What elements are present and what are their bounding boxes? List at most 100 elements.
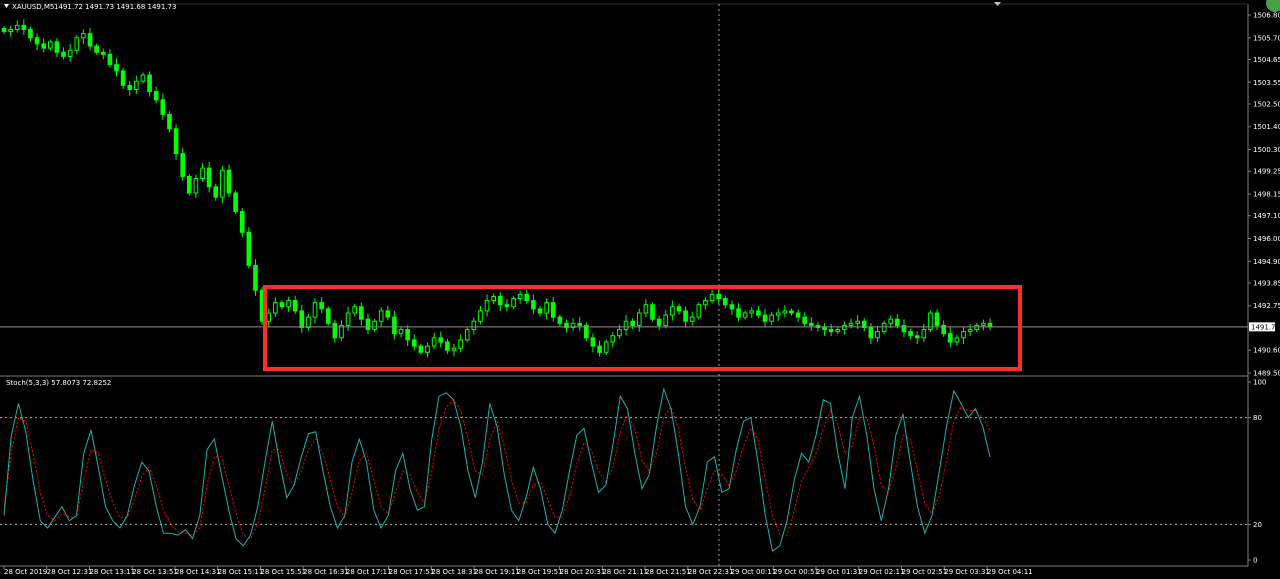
candle-bull [855, 320, 860, 324]
time-tick-label: 28 Oct 21:11 [602, 568, 648, 576]
candle-bull [623, 320, 629, 331]
candle-bull [967, 329, 973, 333]
candle-bear [365, 318, 371, 331]
candle-bear [676, 306, 682, 312]
candle-bear [722, 298, 728, 306]
candle-bear [762, 314, 768, 322]
candle-bear [630, 320, 635, 326]
candle-bull [67, 49, 73, 57]
candle-bull [835, 329, 841, 333]
stoch-tick-label: 100 [1253, 379, 1266, 387]
candle-bull [312, 302, 318, 318]
price-tick-label: 1494.90 [1253, 258, 1280, 266]
candle-bull [511, 298, 516, 308]
candle-bull [842, 324, 847, 331]
time-tick-label: 29 Oct 03:31 [944, 568, 990, 576]
candle-bull [921, 329, 927, 339]
candle-bear [153, 91, 159, 101]
candle-bull [398, 329, 404, 335]
candle-bear [21, 24, 27, 30]
candle-bear [577, 322, 583, 326]
time-tick-label: 29 Oct 02:11 [859, 568, 905, 576]
current-price-label: 1491.73 [1251, 323, 1280, 331]
candle-bear [160, 99, 166, 115]
candle-bear [325, 308, 331, 324]
candle-bear [895, 318, 900, 326]
candle-bear [253, 264, 258, 291]
time-tick-label: 28 Oct 13:51 [132, 568, 178, 576]
candle-bear [28, 28, 33, 39]
range-highlight-box [263, 285, 1022, 371]
candle-bear [908, 331, 913, 337]
time-tick-label: 28 Oct 22:31 [688, 568, 734, 576]
price-tick-label: 1499.25 [1253, 168, 1280, 176]
candle-bull [200, 167, 205, 179]
candle-bear [716, 293, 722, 300]
price-tick-label: 1506.80 [1253, 12, 1280, 20]
stochastic-pane [0, 417, 1248, 525]
stoch-tick-label: 20 [1253, 521, 1262, 529]
candle-bear [947, 333, 953, 343]
chart-canvas[interactable]: 1506.80 1505.70 1504.65 1503.55 1502.50 1501.… [0, 0, 1280, 579]
candle-bull [372, 320, 377, 331]
candle-bear [411, 339, 417, 347]
candle-bear [901, 324, 907, 333]
price-tick-label: 1489.50 [1253, 370, 1280, 378]
candle-bear [167, 113, 172, 130]
candle-bear [531, 300, 536, 310]
candle-bear [206, 167, 212, 188]
candle-bull [14, 24, 20, 30]
symbol-label: XAUUSD,M5 [12, 3, 54, 11]
time-tick-label: 28 Oct 19:51 [517, 568, 563, 576]
candle-bull [81, 33, 86, 39]
candle-bull [610, 335, 616, 343]
candle-bull [636, 312, 642, 326]
trade-badge-icon[interactable] [1266, 0, 1280, 12]
candle-bear [100, 51, 106, 55]
time-tick-label: 28 Oct 17:11 [346, 568, 392, 576]
candle-bull [286, 300, 291, 308]
candle-bull [425, 345, 430, 353]
candle-bull [749, 310, 755, 314]
candle-bull [769, 314, 774, 322]
time-tick-label: 28 Oct 12:31 [47, 568, 93, 576]
candle-bear [537, 308, 543, 314]
candle-bull [881, 322, 887, 333]
time-tick-label: 28 Oct 18:31 [431, 568, 477, 576]
candle-bull [888, 318, 894, 324]
candle-bull [345, 312, 351, 326]
candle-bull [272, 302, 278, 314]
candle-bear [34, 37, 40, 45]
candle-bear [1, 27, 7, 33]
candle-bear [147, 74, 152, 93]
candle-bull [140, 74, 146, 82]
candle-bull [458, 339, 463, 349]
candle-bull [603, 341, 609, 353]
candle-bear [597, 345, 602, 353]
candle-bear [226, 169, 232, 194]
candle-bear [934, 312, 940, 326]
candle-bear [445, 341, 450, 351]
time-tick-label: 28 Oct 14:31 [175, 568, 221, 576]
time-tick-label: 28 Oct 16:31 [303, 568, 349, 576]
candle-bear [557, 316, 563, 324]
candle-bear [127, 84, 133, 90]
time-tick-label: 28 Oct 2019 [4, 568, 47, 576]
collapse-triangle-icon[interactable] [4, 4, 9, 8]
candle-bear [497, 295, 503, 306]
candle-bear [789, 310, 794, 314]
time-tick-label: 29 Oct 00:51 [773, 568, 819, 576]
time-axis: 28 Oct 2019 28 Oct 12:3128 Oct 13:1128 Oc… [3, 566, 1033, 576]
candle-bull [742, 312, 748, 318]
candle-bull [193, 177, 199, 194]
candle-bull [981, 322, 986, 326]
candle-bear [61, 51, 66, 57]
candle-bear [590, 337, 596, 347]
candle-bull [974, 324, 980, 331]
price-tick-label: 1497.10 [1253, 212, 1280, 220]
chart-frame [0, 2, 1249, 567]
candle-bear [392, 316, 397, 335]
candle-bear [656, 318, 662, 326]
candle-bull [709, 293, 715, 302]
candle-bull [848, 322, 854, 326]
